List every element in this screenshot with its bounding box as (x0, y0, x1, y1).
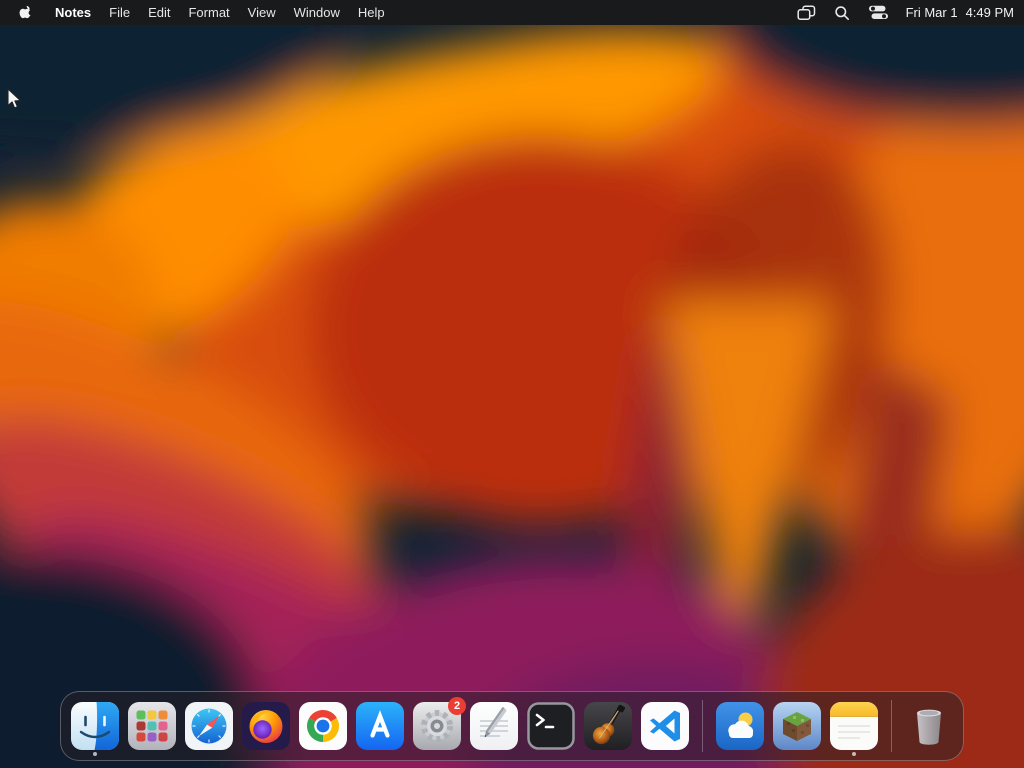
menu-file[interactable]: File (100, 5, 139, 20)
active-app-menu[interactable]: Notes (46, 5, 100, 20)
desktop: Notes File Edit Format View Window Help (0, 0, 1024, 768)
menu-edit[interactable]: Edit (139, 5, 179, 20)
dock-item-firefox[interactable] (242, 702, 290, 750)
wallpaper (0, 0, 1024, 768)
clock-time: 4:49 PM (965, 5, 1014, 20)
app-store-icon (356, 702, 404, 750)
dock-item-textedit[interactable] (470, 702, 518, 750)
finder-icon (71, 702, 119, 750)
minecraft-icon (773, 702, 821, 750)
dock-item-garageband[interactable] (584, 702, 632, 750)
menu-format[interactable]: Format (179, 5, 238, 20)
window-manager-icon[interactable] (788, 0, 825, 25)
dock-item-app-store[interactable] (356, 702, 404, 750)
running-indicator (852, 752, 856, 756)
terminal-icon (527, 702, 575, 750)
dock-item-chrome[interactable] (299, 702, 347, 750)
weather-icon (716, 702, 764, 750)
spotlight-search-icon[interactable] (825, 0, 859, 25)
firefox-icon (242, 702, 290, 750)
control-center-icon[interactable] (859, 0, 898, 25)
garageband-icon (584, 702, 632, 750)
dock-item-notes[interactable] (830, 702, 878, 756)
dock-separator (891, 700, 892, 752)
dock-item-finder[interactable] (71, 702, 119, 756)
menu-bar-clock[interactable]: Fri Mar 1 4:49 PM (906, 5, 1014, 20)
dock-item-terminal[interactable] (527, 702, 575, 750)
menu-bar: Notes File Edit Format View Window Help (0, 0, 1024, 25)
apple-menu[interactable] (0, 0, 44, 25)
running-indicator (93, 752, 97, 756)
dock-item-weather[interactable] (716, 702, 764, 750)
vscode-icon (641, 702, 689, 750)
dock-item-minecraft[interactable] (773, 702, 821, 750)
notes-icon (830, 702, 878, 750)
menu-window[interactable]: Window (285, 5, 349, 20)
apple-icon (19, 5, 31, 19)
mouse-cursor (7, 88, 21, 109)
clock-date: Fri Mar 1 (905, 5, 958, 20)
textedit-icon (470, 702, 518, 750)
dock-item-vscode[interactable] (641, 702, 689, 750)
safari-icon (185, 702, 233, 750)
launchpad-icon (128, 702, 176, 750)
dock-item-system-settings[interactable]: 2 (413, 697, 466, 750)
chrome-icon (299, 702, 347, 750)
menu-help[interactable]: Help (349, 5, 394, 20)
trash-icon (917, 709, 941, 745)
dock-item-trash[interactable] (905, 702, 953, 750)
dock-separator (702, 700, 703, 752)
dock-item-safari[interactable] (185, 702, 233, 750)
notification-badge: 2 (448, 697, 466, 715)
menu-view[interactable]: View (239, 5, 285, 20)
dock-item-launchpad[interactable] (128, 702, 176, 750)
dock: 2 (60, 691, 964, 761)
